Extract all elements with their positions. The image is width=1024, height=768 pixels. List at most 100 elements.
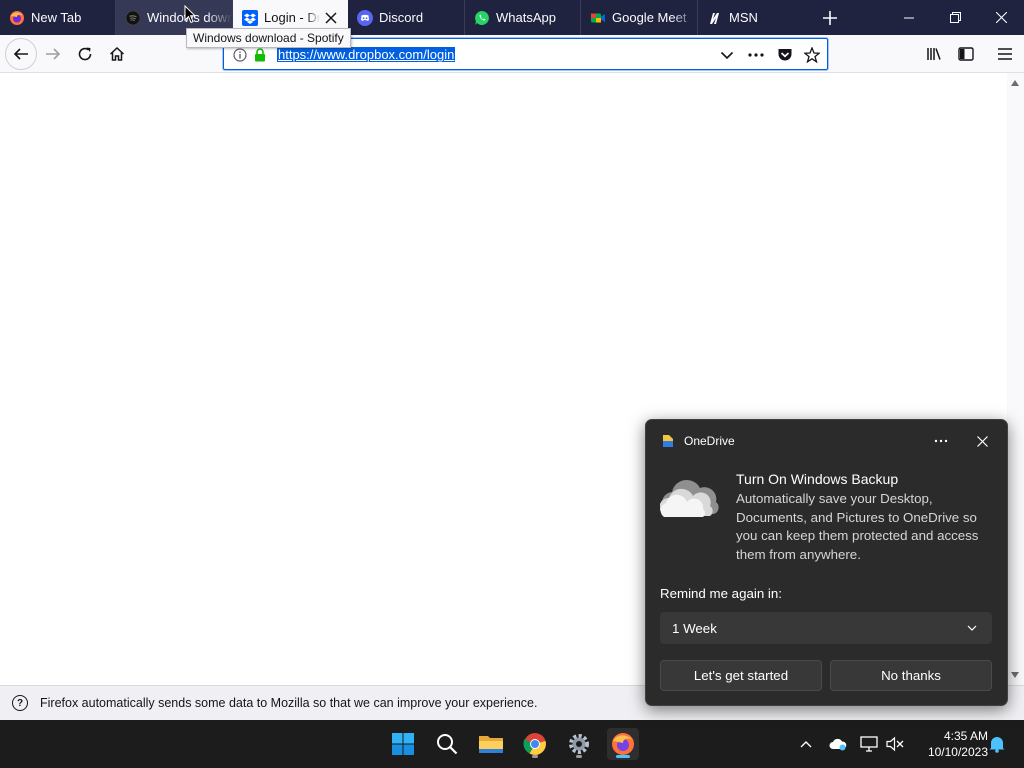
page-actions-icon[interactable] bbox=[746, 45, 766, 65]
tab-label: Login - Dropbox bbox=[264, 10, 320, 25]
arrow-left-icon bbox=[13, 48, 28, 60]
chevron-down-icon bbox=[967, 625, 977, 631]
notification-title: Turn On Windows Backup bbox=[736, 471, 899, 487]
tab-label: New Tab bbox=[31, 10, 82, 25]
forward-button[interactable] bbox=[38, 39, 68, 69]
close-tab-button[interactable] bbox=[320, 7, 342, 29]
close-icon bbox=[976, 435, 988, 447]
scroll-down-arrow[interactable] bbox=[1011, 672, 1019, 678]
minimize-button[interactable] bbox=[886, 0, 932, 35]
library-button[interactable] bbox=[919, 39, 949, 69]
windows-logo-icon bbox=[392, 733, 414, 755]
whatsapp-icon bbox=[475, 10, 489, 25]
bell-icon bbox=[989, 737, 1005, 753]
reload-button[interactable] bbox=[70, 39, 100, 69]
more-icon bbox=[934, 439, 948, 443]
spotify-icon bbox=[125, 10, 141, 25]
running-indicator bbox=[532, 755, 538, 758]
menu-button[interactable] bbox=[990, 39, 1020, 69]
bookmark-star-icon[interactable] bbox=[802, 45, 822, 65]
notification-body: Automatically save your Desktop, Documen… bbox=[736, 491, 979, 562]
tab-whatsapp[interactable]: WhatsApp bbox=[465, 0, 581, 35]
file-explorer-button[interactable] bbox=[475, 728, 507, 760]
sidebar-button[interactable] bbox=[951, 39, 981, 69]
volume-button[interactable] bbox=[885, 734, 905, 754]
search-icon bbox=[437, 734, 458, 755]
chrome-icon bbox=[523, 733, 546, 755]
home-button[interactable] bbox=[102, 39, 132, 69]
chevron-up-icon bbox=[800, 741, 812, 748]
tab-tooltip: Windows download - Spotify bbox=[186, 28, 351, 48]
firefox-icon bbox=[10, 10, 24, 25]
clock-date: 10/10/2023 bbox=[927, 745, 988, 759]
tab-discord[interactable]: Discord bbox=[348, 0, 465, 35]
vertical-scrollbar[interactable] bbox=[1007, 73, 1024, 685]
msn-icon bbox=[710, 12, 719, 24]
folder-icon bbox=[479, 736, 503, 753]
restore-icon bbox=[949, 12, 961, 23]
notification-center-button[interactable] bbox=[987, 734, 1007, 754]
new-tab-button[interactable] bbox=[812, 0, 848, 35]
onedrive-logo-icon bbox=[663, 435, 673, 447]
notification-app-name: OneDrive bbox=[684, 434, 735, 448]
onedrive-tray-button[interactable] bbox=[828, 734, 848, 754]
reload-icon bbox=[78, 47, 92, 61]
remind-interval-select[interactable]: 1 Week bbox=[660, 612, 992, 644]
arrow-right-icon bbox=[46, 48, 61, 60]
close-notification-button[interactable] bbox=[971, 430, 993, 452]
pocket-icon[interactable] bbox=[775, 45, 795, 65]
lets-get-started-button[interactable]: Let's get started bbox=[660, 660, 822, 691]
chrome-button[interactable] bbox=[519, 728, 551, 760]
search-button[interactable] bbox=[431, 728, 463, 760]
mouse-cursor-icon bbox=[184, 5, 196, 24]
dropbox-icon bbox=[242, 9, 258, 26]
tab-strip: New Tab Windows download - Spotify Login… bbox=[0, 0, 1024, 35]
plus-icon bbox=[823, 10, 837, 25]
navigation-toolbar: https://www.dropbox.com/login bbox=[0, 35, 1024, 73]
active-indicator bbox=[616, 755, 630, 758]
tab-google-meet[interactable]: Google Meet bbox=[581, 0, 698, 35]
help-icon: ? bbox=[12, 695, 28, 711]
google-meet-icon bbox=[591, 13, 605, 22]
system-clock[interactable]: 4:35 AM 10/10/2023 bbox=[912, 728, 988, 760]
back-button[interactable] bbox=[5, 38, 37, 70]
discord-icon bbox=[357, 9, 373, 26]
start-button[interactable] bbox=[387, 728, 419, 760]
firefox-taskbar-button[interactable] bbox=[607, 728, 639, 760]
more-options-button[interactable] bbox=[930, 430, 952, 452]
minimize-icon bbox=[904, 17, 914, 18]
firefox-icon bbox=[612, 733, 634, 755]
url-text[interactable]: https://www.dropbox.com/login bbox=[277, 47, 456, 62]
scroll-up-arrow[interactable] bbox=[1011, 80, 1019, 86]
remind-label: Remind me again in: bbox=[660, 586, 782, 601]
network-icon bbox=[860, 736, 878, 752]
gear-icon bbox=[569, 734, 589, 754]
show-hidden-icons-button[interactable] bbox=[796, 734, 816, 754]
sidebar-icon bbox=[958, 47, 974, 61]
tab-new-tab[interactable]: New Tab bbox=[0, 0, 116, 35]
onedrive-cloud-icon bbox=[829, 738, 847, 751]
chevron-down-icon[interactable] bbox=[717, 45, 737, 65]
restore-button[interactable] bbox=[932, 0, 978, 35]
cloud-icon bbox=[660, 479, 719, 517]
hamburger-menu-icon bbox=[998, 48, 1012, 60]
notification-message: Firefox automatically sends some data to… bbox=[40, 696, 538, 710]
close-window-button[interactable] bbox=[978, 0, 1024, 35]
close-icon bbox=[325, 11, 337, 24]
settings-button[interactable] bbox=[563, 728, 595, 760]
clock-time: 4:35 AM bbox=[943, 729, 988, 743]
info-icon[interactable] bbox=[230, 45, 250, 65]
lock-icon[interactable] bbox=[250, 45, 270, 65]
remind-interval-value: 1 Week bbox=[672, 620, 717, 636]
running-indicator bbox=[576, 755, 582, 758]
network-button[interactable] bbox=[859, 734, 879, 754]
tab-label: WhatsApp bbox=[496, 10, 556, 25]
library-icon bbox=[927, 48, 941, 60]
volume-muted-icon bbox=[886, 736, 904, 752]
tab-label: Discord bbox=[379, 10, 424, 25]
no-thanks-button[interactable]: No thanks bbox=[830, 660, 992, 691]
windows-taskbar: 4:35 AM 10/10/2023 bbox=[0, 720, 1024, 768]
tab-msn[interactable]: MSN bbox=[698, 0, 812, 35]
tab-label: Google Meet bbox=[612, 10, 687, 25]
tab-label: MSN bbox=[729, 10, 758, 25]
